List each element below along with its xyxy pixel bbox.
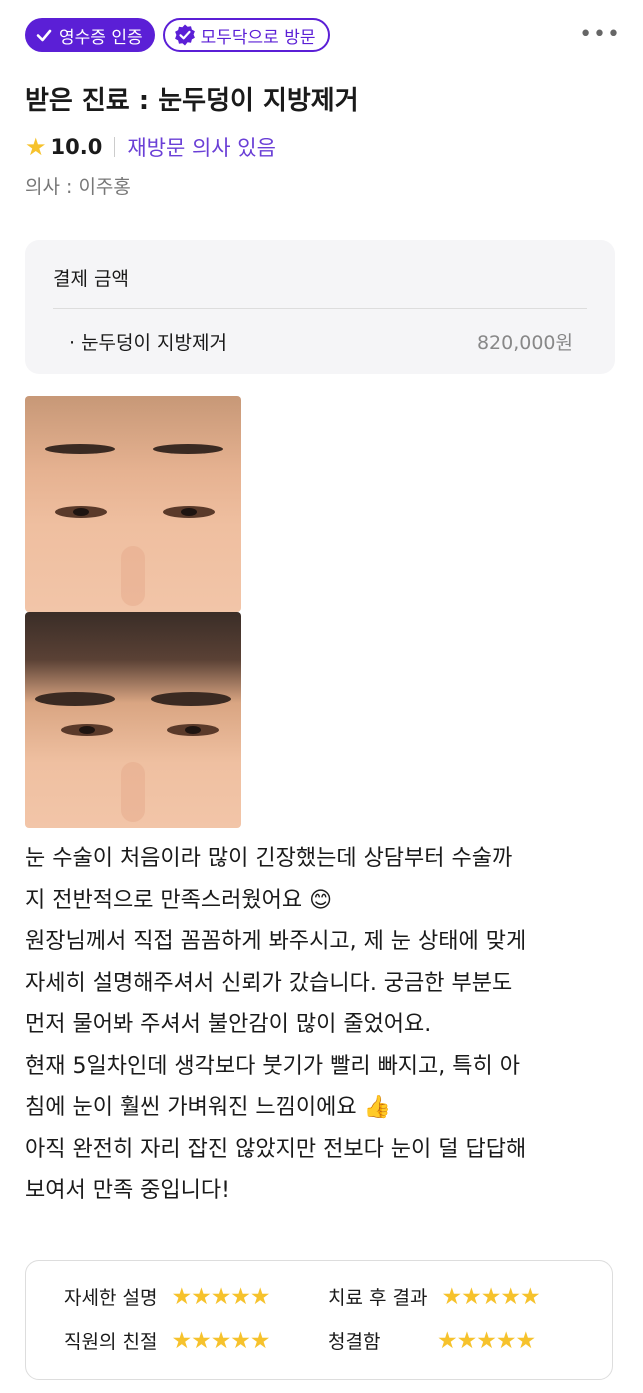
score-label: 직원의 친절 (64, 1331, 158, 1353)
face-detail (167, 724, 219, 736)
visit-badge-label: 모두닥으로 방문 (200, 27, 316, 48)
review-line: 아직 완전히 자리 잡진 않았지만 전보다 눈이 덜 답답해 (25, 1136, 527, 1162)
review-photo[interactable] (25, 396, 241, 612)
doctor-name: 의사 : 이주홍 (25, 176, 131, 198)
star-icon: ★ (25, 133, 47, 161)
face-detail (121, 762, 145, 822)
page-title: 받은 진료 : 눈두덩이 지방제거 (25, 86, 359, 116)
review-line: 원장님께서 직접 꼼꼼하게 봐주시고, 제 눈 상태에 맞게 (25, 929, 527, 954)
more-options-icon[interactable]: ••• (579, 22, 621, 47)
check-icon (36, 29, 52, 42)
score-item: 직원의 친절 ★★★★★ (64, 1327, 271, 1354)
review-text: 눈 수술이 처음이라 많이 긴장했는데 상담부터 수술까 지 전반적으로 만족스… (25, 838, 621, 1212)
review-line: 눈 수술이 처음이라 많이 긴장했는데 상담부터 수술까 (25, 846, 513, 871)
verified-seal-icon (174, 24, 195, 46)
star-rating: ★★★★★ (171, 1283, 270, 1310)
star-rating: ★★★★★ (171, 1327, 270, 1354)
payment-card: 결제 금액 · 눈두덩이 지방제거 820,000원 (25, 240, 615, 374)
face-detail (121, 546, 145, 606)
review-line: 현재 5일차인데 생각보다 붓기가 빨리 빠지고, 특히 아 (25, 1053, 520, 1079)
score-label: 청결함 (328, 1331, 381, 1353)
review-line: 침에 눈이 훨씬 가벼워진 느낌이에요 👍 (25, 1095, 391, 1120)
score-item: 청결함 ★★★★★ (328, 1327, 536, 1354)
score-item: 치료 후 결과 ★★★★★ (328, 1283, 541, 1310)
divider (114, 137, 116, 157)
divider (53, 308, 587, 309)
payment-label: 결제 금액 (53, 268, 129, 290)
review-photo[interactable] (25, 612, 241, 828)
review-line: 보여서 만족 중입니다! (25, 1178, 230, 1203)
badge-row: 영수증 인증 모두닥으로 방문 (25, 18, 330, 52)
visited-via-app-badge: 모두닥으로 방문 (162, 18, 330, 52)
face-detail (153, 444, 223, 454)
payment-item-price: 820,000원 (476, 332, 573, 354)
rating-row: ★ 10.0 재방문 의사 있음 (25, 132, 276, 162)
review-line: 자세히 설명해주셔서 신뢰가 갔습니다. 궁금한 부분도 (25, 970, 513, 996)
rating-score: 10.0 (50, 135, 103, 159)
receipt-verified-badge: 영수증 인증 (25, 18, 155, 52)
face-detail (61, 724, 113, 736)
score-label: 자세한 설명 (64, 1287, 158, 1309)
face-detail (45, 444, 115, 454)
receipt-badge-label: 영수증 인증 (59, 27, 143, 48)
review-line: 지 전반적으로 만족스러웠어요 😊 (25, 887, 333, 913)
score-item: 자세한 설명 ★★★★★ (64, 1283, 271, 1310)
face-detail (163, 506, 215, 518)
revisit-intent: 재방문 의사 있음 (127, 136, 276, 160)
star-rating: ★★★★★ (441, 1283, 540, 1310)
score-card: 자세한 설명 ★★★★★ 치료 후 결과 ★★★★★ 직원의 친절 ★★★★★ … (25, 1260, 613, 1380)
score-label: 치료 후 결과 (328, 1287, 428, 1309)
star-rating: ★★★★★ (437, 1327, 536, 1354)
review-line: 먼저 물어봐 주셔서 불안감이 많이 줄었어요. (25, 1012, 432, 1037)
face-detail (151, 692, 231, 706)
payment-item-name: · 눈두덩이 지방제거 (69, 332, 227, 354)
face-detail (35, 692, 115, 706)
face-detail (55, 506, 107, 518)
